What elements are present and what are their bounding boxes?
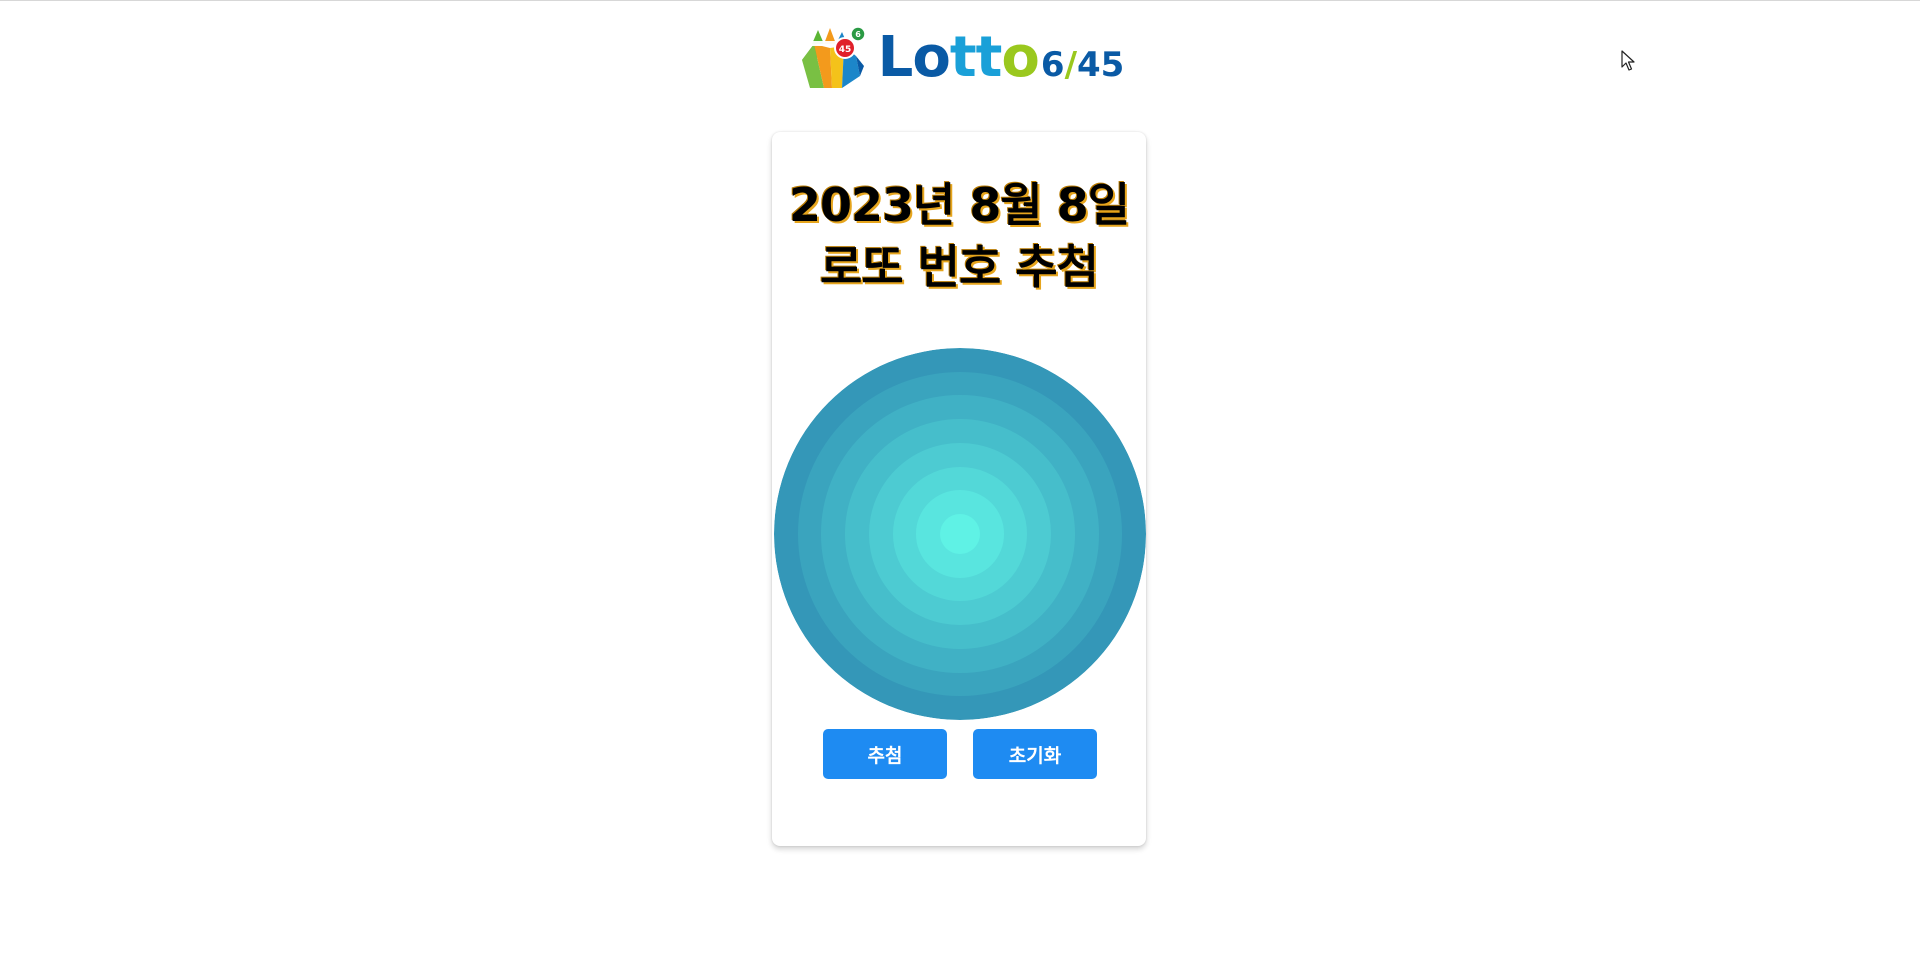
reset-button[interactable]: 초기화: [973, 729, 1097, 779]
draw-date: 2023년 8월 8일: [788, 178, 1130, 232]
logo-letter: t: [949, 25, 977, 90]
lotto-ball-pouch-icon: 45 6: [801, 26, 866, 88]
logo-sub-slash: /: [1064, 45, 1077, 85]
lotto-draw-card: 2023년 8월 8일 로또 번호 추첨 추첨 초기화: [772, 132, 1146, 846]
draw-button[interactable]: 추첨: [823, 729, 947, 779]
logo-letter: L: [877, 25, 914, 90]
draw-title: 2023년 8월 8일 로또 번호 추첨: [772, 174, 1146, 298]
draw-heading: 로또 번호 추첨: [820, 240, 1099, 294]
logo-text: Lotto 6/45: [878, 30, 1125, 86]
lotto-logo[interactable]: 45 6 Lotto 6/45: [796, 24, 1125, 96]
logo-sub: 6/45: [1041, 48, 1124, 82]
logo-letter: o: [912, 25, 950, 90]
logo-word: Lotto: [878, 30, 1040, 86]
logo-sub-6: 6: [1040, 45, 1065, 85]
lotto-drum[interactable]: [774, 348, 1146, 720]
top-border: [0, 0, 1920, 1]
logo-letter: o: [1001, 25, 1039, 90]
logo-ball-6: 6: [855, 30, 861, 39]
logo-letter: t: [975, 25, 1003, 90]
drum-ring: [940, 514, 980, 554]
logo-ball-45: 45: [838, 45, 851, 55]
logo-sub-45: 45: [1076, 45, 1125, 85]
mouse-pointer-icon: [1621, 50, 1635, 71]
